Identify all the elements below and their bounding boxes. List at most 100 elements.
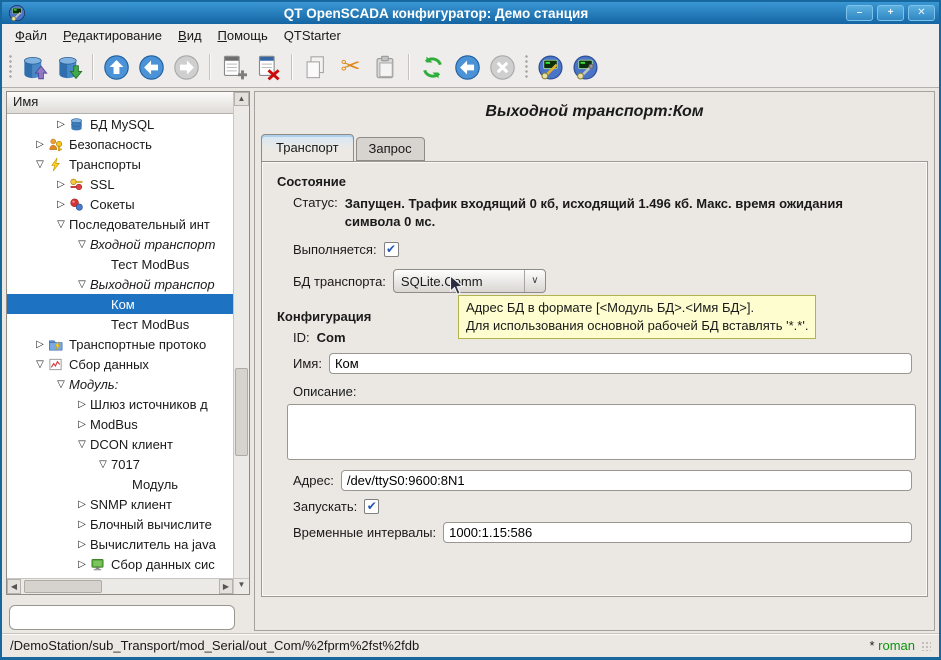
tree-horizontal-scrollbar[interactable]: ◀ ▶: [7, 578, 233, 594]
circle-up-icon: [103, 54, 130, 81]
expander-icon[interactable]: ▽: [53, 219, 69, 230]
up-level-button[interactable]: [100, 51, 133, 84]
scroll-left-icon[interactable]: ◀: [7, 579, 21, 594]
expander-icon[interactable]: ▷: [74, 399, 90, 410]
qtstarter-vision-button[interactable]: [534, 51, 567, 84]
save-to-db-button[interactable]: [53, 51, 86, 84]
expander-icon[interactable]: ▽: [32, 359, 48, 370]
vertical-scroll-thumb[interactable]: [235, 368, 248, 456]
menu-item-file[interactable]: Файл: [7, 25, 55, 46]
expander-icon[interactable]: ▽: [74, 279, 90, 290]
menu-item-help[interactable]: Помощь: [210, 25, 276, 46]
tree-item[interactable]: ▽Модуль:: [7, 374, 233, 394]
tree-item-label: Безопасность: [69, 137, 152, 152]
tab-request[interactable]: Запрос: [356, 137, 425, 161]
menu-item-edit[interactable]: Редактирование: [55, 25, 170, 46]
status-user-prefix: *: [869, 638, 874, 653]
tree-item[interactable]: ▽Сбор данных: [7, 354, 233, 374]
tree-column-header[interactable]: Имя: [7, 92, 233, 114]
expander-icon[interactable]: ▽: [74, 239, 90, 250]
tree-item[interactable]: ▽Последовательный инт: [7, 214, 233, 234]
stop-button[interactable]: [486, 51, 519, 84]
add-item-button[interactable]: [217, 51, 250, 84]
expander-icon[interactable]: ▷: [32, 339, 48, 350]
tree-item[interactable]: ▷ Безопасность: [7, 134, 233, 154]
maximize-button[interactable]: +: [877, 5, 904, 21]
expander-icon[interactable]: ▽: [74, 439, 90, 450]
minimize-button[interactable]: –: [846, 5, 873, 21]
scroll-down-corner[interactable]: ▼: [233, 578, 249, 594]
tree-item-label: ModBus: [90, 417, 138, 432]
chevron-down-icon[interactable]: ∨: [524, 270, 545, 292]
scroll-right-icon[interactable]: ▶: [219, 579, 233, 594]
tree-item[interactable]: ▷ SSL: [7, 174, 233, 194]
forward-button[interactable]: [170, 51, 203, 84]
tree-item[interactable]: ▽Выходной транспор: [7, 274, 233, 294]
start-button[interactable]: [451, 51, 484, 84]
expander-icon[interactable]: ▽: [53, 379, 69, 390]
expander-icon[interactable]: ▷: [53, 119, 69, 130]
tree-filter-input[interactable]: [9, 605, 235, 630]
tree-item-label: Модуль:: [69, 377, 118, 392]
expander-icon[interactable]: ▷: [74, 559, 90, 570]
transport-db-label: БД транспорта:: [293, 274, 386, 289]
expander-icon[interactable]: ▽: [32, 159, 48, 170]
expander-icon[interactable]: ▽: [95, 459, 111, 470]
tree-item[interactable]: ▷Шлюз источников д: [7, 394, 233, 414]
expander-icon[interactable]: ▷: [53, 199, 69, 210]
tree-item[interactable]: ▷БД MySQL: [7, 114, 233, 134]
tree-item[interactable]: ▷Транспортные протоко: [7, 334, 233, 354]
expander-icon[interactable]: ▷: [74, 539, 90, 550]
reload-item-button[interactable]: [416, 51, 449, 84]
expander-icon[interactable]: ▷: [32, 139, 48, 150]
tree-item[interactable]: ▽7017: [7, 454, 233, 474]
db-address-tooltip: Адрес БД в формате [<Модуль БД>.<Имя БД>…: [458, 295, 816, 339]
tree-item[interactable]: Тест ModBus: [7, 314, 233, 334]
back-button[interactable]: [135, 51, 168, 84]
resize-grip[interactable]: [921, 641, 931, 651]
list-delete-icon: [255, 54, 282, 81]
tree-vertical-scrollbar[interactable]: ▲: [233, 92, 249, 578]
id-value: Com: [317, 330, 346, 345]
tree-item[interactable]: ▷Блочный вычислите: [7, 514, 233, 534]
tree-item[interactable]: ▽Входной транспорт: [7, 234, 233, 254]
navigation-panel: Имя ▲ ▷БД MySQL▷Безопасность▽Транспорты▷…: [6, 91, 250, 631]
scroll-down-icon[interactable]: ▼: [234, 579, 249, 593]
transport-db-select[interactable]: SQLite.Comm ∨: [393, 269, 546, 293]
cut-item-button[interactable]: ✂: [334, 51, 367, 84]
close-button[interactable]: ✕: [908, 5, 935, 21]
name-input[interactable]: [329, 353, 912, 374]
tree-item[interactable]: Модуль: [7, 474, 233, 494]
expander-icon[interactable]: ▷: [74, 499, 90, 510]
tree-item-label: SSL: [90, 177, 115, 192]
horizontal-scroll-thumb[interactable]: [24, 580, 102, 593]
toolbar-handle[interactable]: [8, 54, 13, 80]
menu-item-qtstarter[interactable]: QTStarter: [276, 25, 349, 46]
tree-item[interactable]: ▷Сбор данных сис: [7, 554, 233, 574]
tree-item[interactable]: ▽Транспорты: [7, 154, 233, 174]
expander-icon[interactable]: ▷: [74, 519, 90, 530]
tree-item[interactable]: ▷SNMP клиент: [7, 494, 233, 514]
tree-item[interactable]: ▷Вычислитель на java: [7, 534, 233, 554]
start-checkbox[interactable]: ✔: [364, 499, 379, 514]
delete-item-button[interactable]: [252, 51, 285, 84]
paste-item-button[interactable]: [369, 51, 402, 84]
expander-icon[interactable]: ▷: [53, 179, 69, 190]
load-from-db-button[interactable]: [18, 51, 51, 84]
tree-item[interactable]: ▽DCON клиент: [7, 434, 233, 454]
scroll-up-icon[interactable]: ▲: [234, 92, 249, 106]
tree-item[interactable]: ▷Сокеты: [7, 194, 233, 214]
expander-icon[interactable]: ▷: [74, 419, 90, 430]
qtstarter-config-button[interactable]: [569, 51, 602, 84]
address-input[interactable]: [341, 470, 912, 491]
copy-item-button[interactable]: [299, 51, 332, 84]
tab-transport[interactable]: Транспорт: [261, 134, 354, 162]
intervals-input[interactable]: [443, 522, 912, 543]
menu-item-view[interactable]: Вид: [170, 25, 210, 46]
tree-item[interactable]: ▷ModBus: [7, 414, 233, 434]
description-textarea[interactable]: [287, 404, 916, 460]
tree-item[interactable]: Тест ModBus: [7, 254, 233, 274]
toolbar-handle[interactable]: [524, 54, 529, 80]
tree-item[interactable]: Ком: [7, 294, 233, 314]
running-checkbox[interactable]: ✔: [384, 242, 399, 257]
